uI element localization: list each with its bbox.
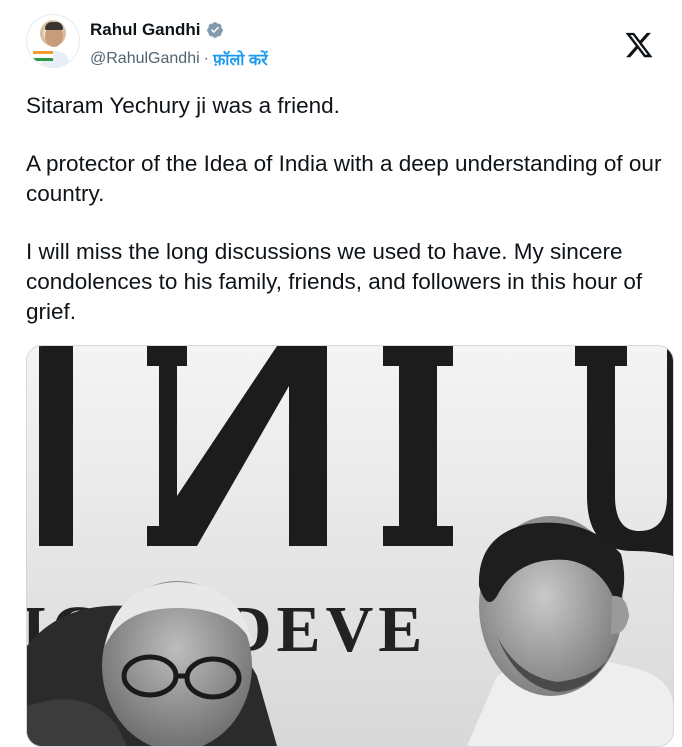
handle-separator: · — [203, 50, 209, 67]
tweet-card: Rahul Gandhi @RahulGandhi · फ़ॉलो करें S… — [0, 0, 682, 747]
author-avatar[interactable] — [26, 14, 80, 68]
avatar-hair — [45, 22, 63, 30]
author-handle[interactable]: @RahulGandhi — [90, 50, 200, 68]
tweet-body: Sitaram Yechury ji was a friend. A prote… — [26, 91, 674, 355]
tweet-paragraph: Sitaram Yechury ji was a friend. — [26, 93, 340, 118]
avatar-flag-icon — [33, 51, 53, 61]
author-handle-row: @RahulGandhi · फ़ॉलो करें — [90, 48, 268, 70]
tweet-paragraph: A protector of the Idea of India with a … — [26, 151, 662, 206]
photo-illustration: ICAL DEVE — [27, 346, 673, 746]
author-name[interactable]: Rahul Gandhi — [90, 20, 201, 40]
author-name-row: Rahul Gandhi — [90, 20, 224, 40]
follow-button[interactable]: फ़ॉलो करें — [213, 48, 268, 70]
x-logo-icon[interactable] — [624, 30, 654, 60]
tweet-paragraph: I will miss the long discussions we used… — [26, 239, 643, 324]
verified-badge-icon — [206, 22, 223, 38]
tweet-header: Rahul Gandhi @RahulGandhi · फ़ॉलो करें — [26, 14, 666, 70]
tweet-photo[interactable]: ICAL DEVE — [26, 345, 674, 747]
